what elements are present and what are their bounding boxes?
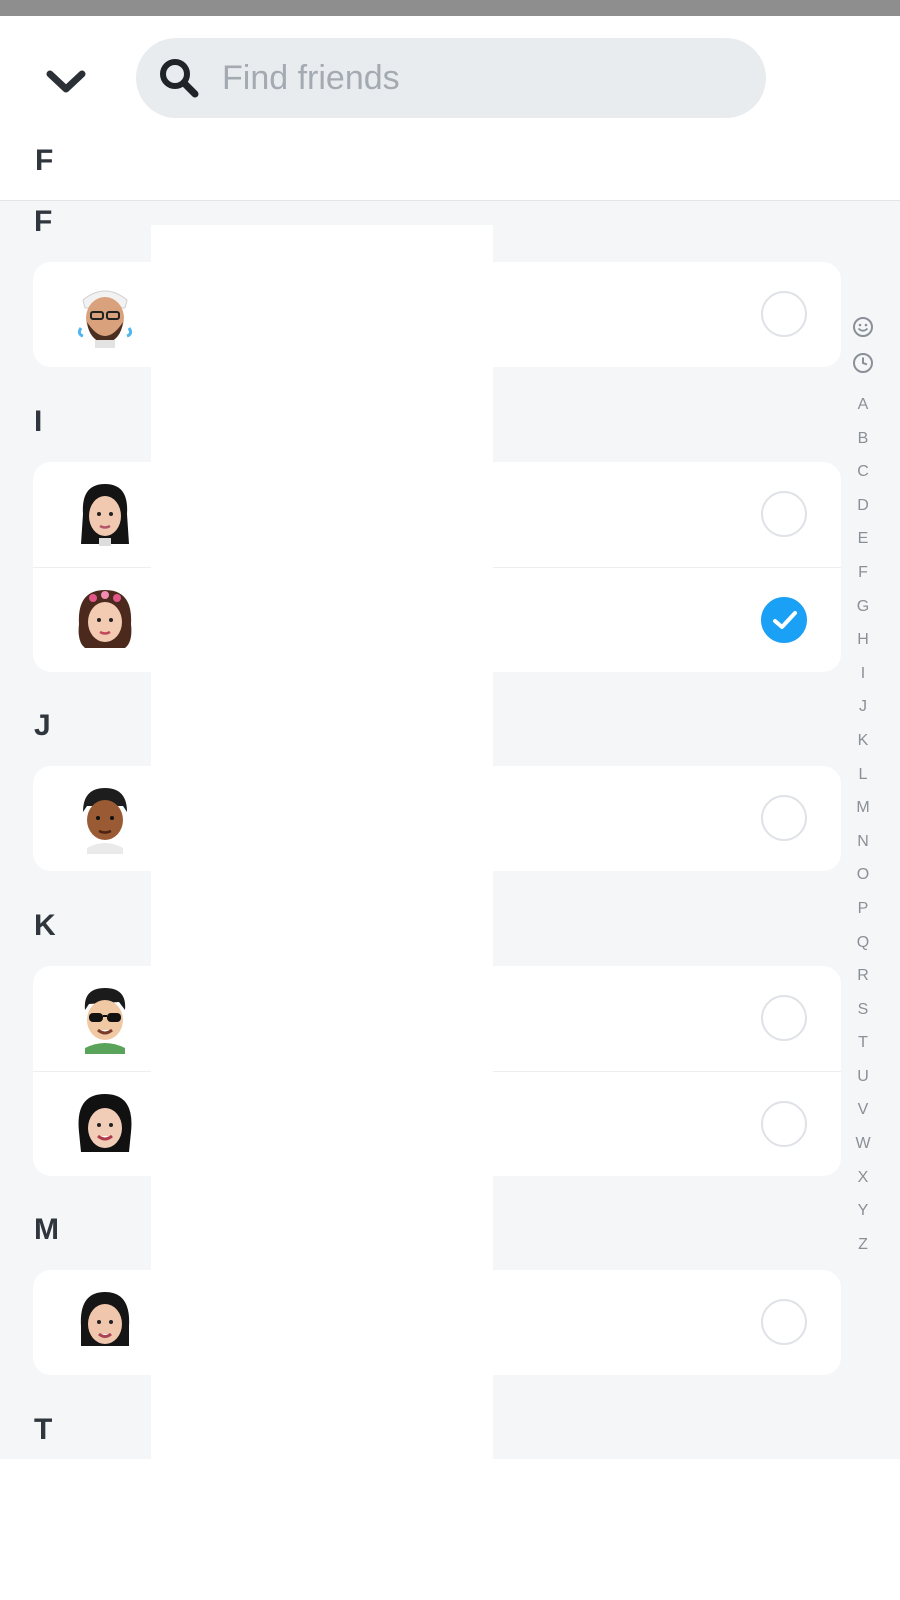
- index-letter-l[interactable]: L: [848, 758, 878, 792]
- bitmoji-woman-smiling-icon: [78, 1094, 132, 1152]
- select-checkbox[interactable]: [761, 1299, 807, 1345]
- select-checkbox[interactable]: [761, 795, 807, 841]
- select-checkbox[interactable]: [761, 491, 807, 537]
- select-checkbox[interactable]: [761, 995, 807, 1041]
- section-letter-j: J: [34, 709, 51, 742]
- section-letter-i: I: [34, 405, 43, 438]
- search-icon: [160, 59, 199, 98]
- select-checkbox[interactable]: [761, 291, 807, 337]
- select-checkbox-checked[interactable]: [761, 597, 807, 643]
- index-letter-g[interactable]: G: [848, 590, 878, 624]
- bitmoji-woman-flower-crown-icon: [78, 590, 132, 648]
- index-letter-m[interactable]: M: [848, 791, 878, 825]
- index-letter-s[interactable]: S: [848, 993, 878, 1027]
- index-letter-a[interactable]: A: [848, 388, 878, 422]
- index-letter-h[interactable]: H: [848, 623, 878, 657]
- checkmark-icon: [773, 611, 797, 629]
- search-bar[interactable]: [136, 38, 766, 118]
- status-bar: [0, 0, 900, 16]
- top-bar: F: [0, 16, 900, 201]
- bitmoji-woman-bob-icon: [80, 1292, 130, 1346]
- index-letter-y[interactable]: Y: [848, 1194, 878, 1228]
- bitmoji-man-turban-icon: [77, 290, 133, 348]
- index-letter-o[interactable]: O: [848, 858, 878, 892]
- smiley-icon[interactable]: [852, 316, 874, 338]
- index-letter-e[interactable]: E: [848, 522, 878, 556]
- index-letter-k[interactable]: K: [848, 724, 878, 758]
- index-letters: ABCDEFGHIJKLMNOPQRSTUVWXYZ: [848, 388, 878, 1261]
- bitmoji-man-sunglasses-icon: [84, 988, 126, 1054]
- index-letter-c[interactable]: C: [848, 455, 878, 489]
- section-letter-f: F: [34, 205, 53, 238]
- bitmoji-woman-dark-hair-icon: [81, 484, 129, 546]
- index-letter-j[interactable]: J: [848, 690, 878, 724]
- index-letter-z[interactable]: Z: [848, 1228, 878, 1262]
- friends-list[interactable]: F I J K M T: [0, 201, 900, 1459]
- bottom-blank-area: [0, 1459, 900, 1600]
- index-letter-r[interactable]: R: [848, 959, 878, 993]
- chevron-down-icon[interactable]: [44, 68, 88, 96]
- bitmoji-man-brown-icon: [83, 788, 127, 854]
- index-letter-t[interactable]: T: [848, 1026, 878, 1060]
- index-letter-b[interactable]: B: [848, 422, 878, 456]
- alphabet-index-bar[interactable]: ABCDEFGHIJKLMNOPQRSTUVWXYZ: [848, 316, 878, 1261]
- section-letter-m: M: [34, 1213, 59, 1246]
- index-letter-x[interactable]: X: [848, 1161, 878, 1195]
- index-letter-u[interactable]: U: [848, 1060, 878, 1094]
- index-letter-d[interactable]: D: [848, 489, 878, 523]
- redacted-names-block: [151, 225, 493, 1459]
- section-letter-k: K: [34, 909, 56, 942]
- index-letter-f[interactable]: F: [848, 556, 878, 590]
- index-letter-n[interactable]: N: [848, 825, 878, 859]
- index-letter-i[interactable]: I: [848, 657, 878, 691]
- search-input[interactable]: [222, 38, 742, 118]
- index-letter-q[interactable]: Q: [848, 926, 878, 960]
- index-letter-v[interactable]: V: [848, 1093, 878, 1127]
- index-letter-w[interactable]: W: [848, 1127, 878, 1161]
- section-letter-t: T: [34, 1413, 53, 1446]
- sticky-section-letter: F: [35, 144, 54, 177]
- index-letter-p[interactable]: P: [848, 892, 878, 926]
- select-checkbox[interactable]: [761, 1101, 807, 1147]
- clock-icon[interactable]: [852, 352, 874, 374]
